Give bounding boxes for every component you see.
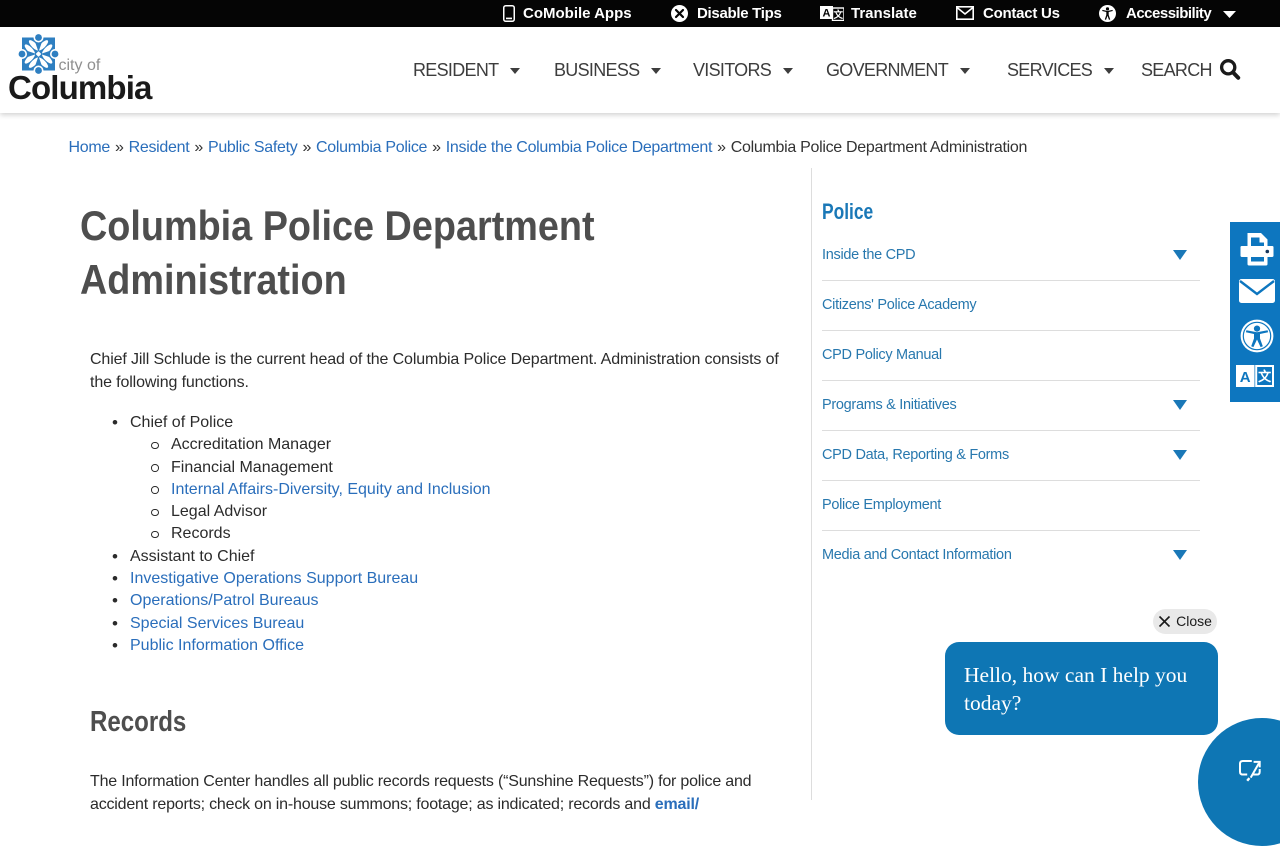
svg-text:A: A: [823, 8, 831, 20]
svg-text:文: 文: [1258, 369, 1272, 384]
svg-text:A: A: [1240, 369, 1251, 386]
svg-text:文: 文: [833, 9, 844, 21]
